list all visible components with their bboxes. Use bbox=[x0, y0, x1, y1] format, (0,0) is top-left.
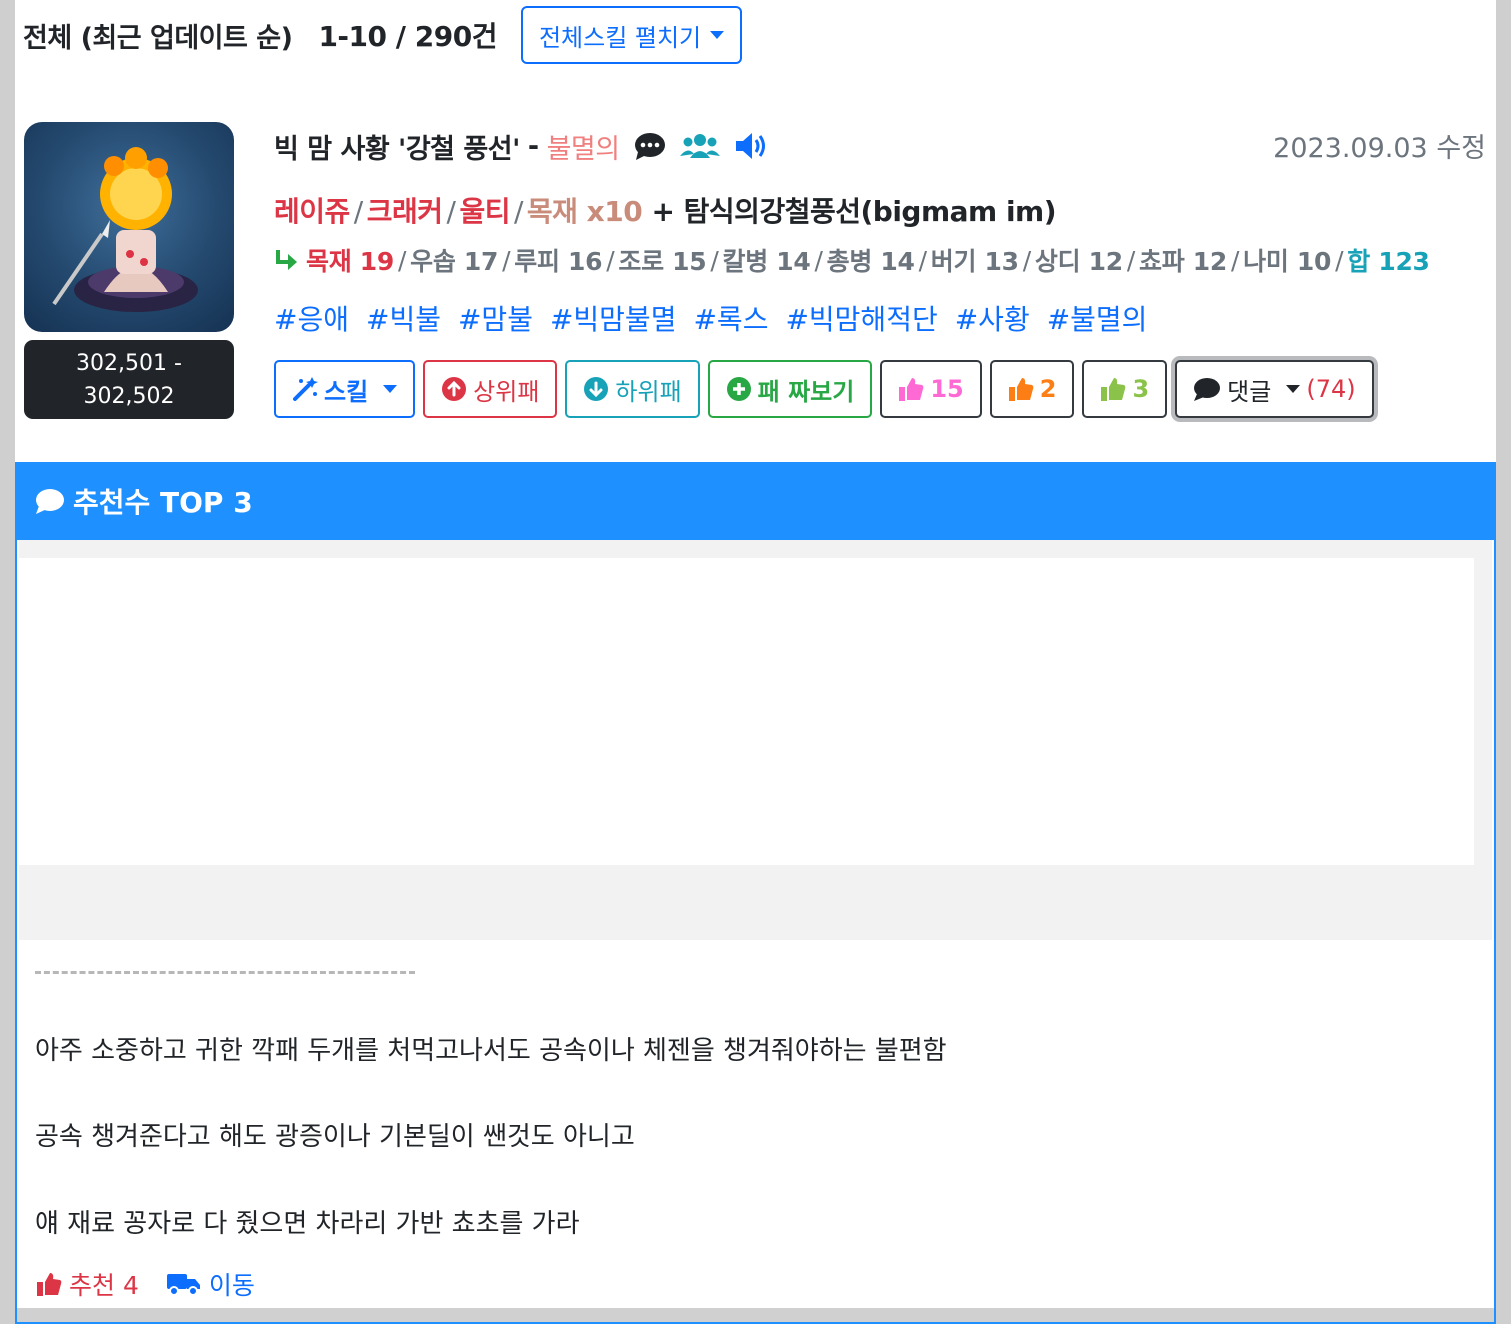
recommend-label: 추천 4 bbox=[69, 1271, 139, 1300]
tag-list: #응애 #빅불 #맘불 #빅맘불멸 #록스 #빅맘해적단 #사황 #불멸의 bbox=[274, 298, 1147, 338]
score-start: 302,501 - bbox=[76, 350, 182, 376]
stat-total: 합 123 bbox=[1347, 247, 1430, 276]
stat-item-9: 쵸파 12 bbox=[1139, 247, 1227, 276]
deck-title[interactable]: 빅 맘 사황 '강철 풍선' bbox=[274, 127, 520, 166]
build-deck-button[interactable]: 패 짜보기 bbox=[707, 360, 873, 418]
like-button-pink[interactable]: 15 bbox=[880, 360, 982, 418]
embedded-content-frame bbox=[19, 558, 1474, 865]
comment-line-2: 공속 챙겨준다고 해도 광증이나 기본딜이 쌘것도 아니고 bbox=[35, 1122, 635, 1152]
truck-icon bbox=[166, 1274, 200, 1296]
title-dash: - bbox=[527, 130, 539, 162]
page: 전체 (최근 업데이트 순) 1-10 / 290건 전체스킬 펼치기 302,… bbox=[15, 0, 1496, 1324]
top3-header: 추천수 TOP 3 bbox=[17, 462, 1494, 540]
panel-bottom-divider bbox=[17, 1308, 1494, 1322]
arrow-circle-up-icon bbox=[442, 377, 467, 401]
stat-item-10: 나미 10 bbox=[1243, 247, 1332, 276]
top3-title: 추천수 TOP 3 bbox=[73, 486, 253, 519]
embedded-content-area bbox=[19, 540, 1492, 940]
tag-link[interactable]: #사황 bbox=[955, 298, 1030, 338]
comment-line-3: 얘 재료 꽁자로 다 줬으면 차라리 가반 쵸초를 가라 bbox=[35, 1209, 580, 1239]
expand-all-skills-label: 전체스킬 펼치기 bbox=[538, 23, 702, 52]
list-count: 1-10 / 290건 bbox=[318, 20, 497, 53]
list-header: 전체 (최근 업데이트 순) 1-10 / 290건 전체스킬 펼치기 bbox=[23, 6, 743, 64]
skill-dropdown-button[interactable]: 스킬 bbox=[274, 360, 416, 418]
plus-circle-icon bbox=[726, 377, 751, 401]
deck-title-row: 빅 맘 사황 '강철 풍선' - 불멸의 bbox=[274, 124, 770, 168]
list-title: 전체 (최근 업데이트 순) bbox=[23, 22, 293, 54]
tag-link[interactable]: #빅맘해적단 bbox=[785, 298, 937, 338]
character-thumbnail[interactable] bbox=[24, 122, 234, 332]
thumbs-up-icon bbox=[37, 1273, 62, 1296]
top3-body: 아주 소중하고 귀한 깍패 두개를 처먹고나서도 공속이나 체젠을 챙겨줘야하는… bbox=[17, 540, 1494, 1322]
magic-wand-icon bbox=[293, 377, 318, 401]
stat-item-3: 루피 16 bbox=[514, 247, 603, 276]
caret-down-icon bbox=[1286, 385, 1301, 393]
expand-all-skills-button[interactable]: 전체스킬 펼치기 bbox=[520, 6, 743, 64]
score-end: 302,502 bbox=[83, 383, 175, 409]
like-button-orange[interactable]: 2 bbox=[989, 360, 1075, 418]
arrow-circle-down-icon bbox=[584, 377, 609, 401]
caret-down-icon bbox=[710, 31, 725, 39]
skill-button-label: 스킬 bbox=[324, 377, 369, 406]
stat-item-6: 총병 14 bbox=[826, 247, 915, 276]
tag-link[interactable]: #맘불 bbox=[458, 298, 533, 338]
combo-part-2[interactable]: 크래커 bbox=[367, 195, 443, 228]
stat-item-8: 상디 12 bbox=[1034, 247, 1123, 276]
stat-item-2: 우솝 17 bbox=[410, 247, 499, 276]
comment-count: (74) bbox=[1306, 375, 1356, 403]
move-button[interactable]: 이동 bbox=[166, 1266, 255, 1302]
thumbs-up-icon bbox=[1101, 378, 1126, 401]
comment-icon bbox=[1194, 378, 1221, 401]
updated-date: 2023.09.03 수정 bbox=[1273, 133, 1486, 164]
upper-deck-button[interactable]: 상위패 bbox=[423, 360, 558, 418]
build-deck-label: 패 짜보기 bbox=[757, 377, 855, 406]
lower-deck-button[interactable]: 하위패 bbox=[565, 360, 700, 418]
thumbs-up-icon bbox=[899, 378, 924, 401]
immortal-badge: 불멸의 bbox=[546, 133, 621, 165]
like-button-green[interactable]: 3 bbox=[1082, 360, 1168, 418]
tag-link[interactable]: #빅맘불멸 bbox=[550, 298, 677, 338]
share-arrow-icon bbox=[276, 250, 297, 270]
unit-stats: 목재 19/ 우솝 17/ 루피 16/ 조로 15/ 칼병 14/ 총병 14… bbox=[274, 242, 1430, 278]
move-label: 이동 bbox=[208, 1271, 255, 1300]
comment-icon bbox=[36, 489, 64, 514]
tag-link[interactable]: #불멸의 bbox=[1047, 298, 1148, 338]
comment-actions: 추천 4 이동 bbox=[35, 1266, 255, 1302]
caret-down-icon bbox=[383, 385, 398, 393]
lower-deck-label: 하위패 bbox=[615, 377, 682, 406]
like-count-green: 3 bbox=[1132, 375, 1150, 403]
tag-link[interactable]: #응애 bbox=[274, 298, 349, 338]
stat-item-7: 버기 13 bbox=[930, 247, 1019, 276]
volume-icon[interactable] bbox=[734, 131, 770, 161]
combo-material: 목재 x10 bbox=[526, 195, 643, 228]
comment-label: 댓글 bbox=[1227, 377, 1272, 406]
score-range: 302,501 - 302,502 bbox=[24, 340, 234, 419]
comment-dots-icon bbox=[634, 133, 665, 160]
like-count-orange: 2 bbox=[1039, 375, 1057, 403]
deck-action-buttons: 스킬 상위패 하위패 패 짜보기 15 2 3 댓글 (74) bbox=[274, 360, 1374, 418]
recommend-button[interactable]: 추천 4 bbox=[35, 1266, 139, 1302]
like-count-pink: 15 bbox=[930, 375, 964, 403]
character-image bbox=[52, 147, 198, 312]
comment-line-1: 아주 소중하고 귀한 깍패 두개를 처먹고나서도 공속이나 체젠을 챙겨줘야하는… bbox=[35, 1036, 947, 1066]
combo-plus-item: + 탐식의강철풍선(bigmam im) bbox=[651, 195, 1057, 228]
clipped-text-line bbox=[35, 970, 415, 974]
stat-item-1: 목재 19 bbox=[306, 247, 394, 276]
stat-item-5: 칼병 14 bbox=[722, 247, 811, 276]
tag-link[interactable]: #빅불 bbox=[366, 298, 441, 338]
comment-dropdown-button[interactable]: 댓글 (74) bbox=[1175, 360, 1374, 418]
stat-item-4: 조로 15 bbox=[618, 247, 707, 276]
thumbs-up-icon bbox=[1008, 378, 1034, 401]
top3-panel: 추천수 TOP 3 아주 소중하고 귀한 깍패 두개를 처먹고나서도 공속이나 … bbox=[15, 462, 1496, 1324]
combo-part-3[interactable]: 울티 bbox=[459, 195, 510, 228]
tag-link[interactable]: #록스 bbox=[693, 298, 768, 338]
users-icon bbox=[679, 134, 720, 158]
combo-part-1[interactable]: 레이쥬 bbox=[274, 195, 350, 228]
upper-deck-label: 상위패 bbox=[473, 377, 540, 406]
combo-recipe: 레이쥬 / 크래커 / 울티 / 목재 x10 + 탐식의강철풍선(bigmam im) bbox=[274, 195, 1057, 228]
